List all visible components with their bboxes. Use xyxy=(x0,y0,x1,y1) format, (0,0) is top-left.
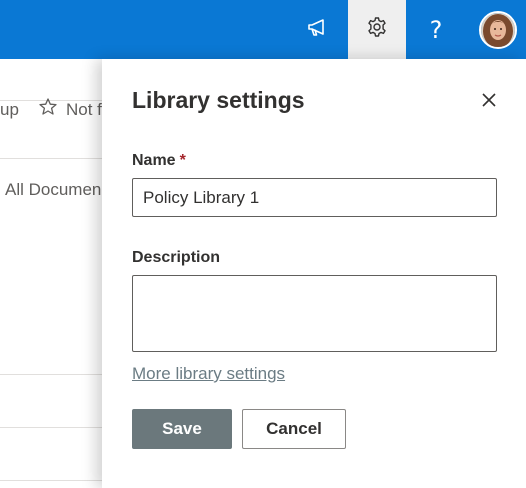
description-label: Description xyxy=(132,249,221,266)
library-settings-panel: Library settings Name* Description More … xyxy=(102,59,526,488)
view-selector-text[interactable]: All Documen xyxy=(5,180,101,200)
group-link-text[interactable]: up xyxy=(0,100,19,120)
gear-icon xyxy=(366,16,388,43)
avatar xyxy=(479,10,517,49)
settings-button[interactable] xyxy=(348,0,406,59)
name-label: Name * xyxy=(132,152,186,170)
more-library-settings-link[interactable]: More library settings xyxy=(132,364,285,384)
follow-status-text[interactable]: Not f xyxy=(66,100,102,120)
close-button[interactable] xyxy=(476,89,502,115)
account-button[interactable] xyxy=(470,0,526,59)
divider xyxy=(0,158,110,159)
name-input[interactable] xyxy=(132,178,497,217)
feedback-button[interactable] xyxy=(292,0,344,59)
save-button[interactable]: Save xyxy=(132,409,232,449)
suite-bar: ? xyxy=(0,0,526,59)
description-input[interactable] xyxy=(132,275,497,352)
help-button[interactable]: ? xyxy=(408,0,464,59)
megaphone-icon xyxy=(307,17,329,42)
required-marker: * xyxy=(179,152,186,169)
divider xyxy=(0,374,110,375)
name-label-text: Name xyxy=(132,152,176,169)
divider xyxy=(0,480,110,481)
divider xyxy=(0,427,110,428)
panel-title: Library settings xyxy=(132,87,305,113)
help-icon: ? xyxy=(429,15,443,44)
cancel-button[interactable]: Cancel xyxy=(242,409,346,449)
close-icon xyxy=(481,92,497,113)
star-icon[interactable] xyxy=(38,97,58,122)
